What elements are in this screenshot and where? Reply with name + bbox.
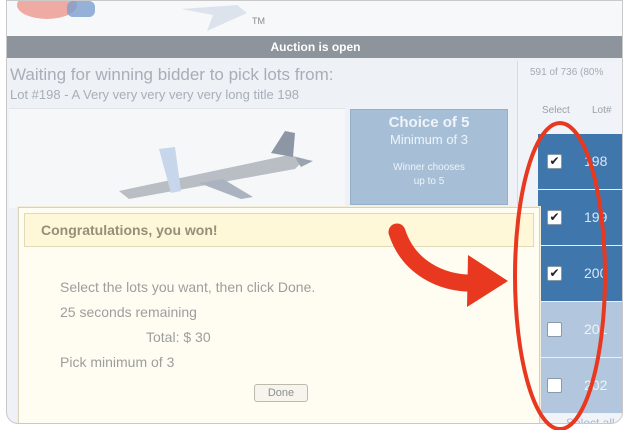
lots-count: 591 of 736 (80% — [530, 67, 604, 78]
choice-note-line1: Winner chooses — [393, 162, 465, 173]
table-row[interactable]: 201 — [538, 302, 622, 358]
waiting-text: Waiting for winning bidder to pick lots … — [10, 65, 334, 84]
choice-minimum: Minimum of 3 — [389, 132, 469, 147]
lot-number: 200 — [584, 265, 608, 281]
checkbox-checked-icon[interactable]: ✔ — [547, 266, 562, 281]
lot-number: 202 — [584, 377, 608, 393]
dialog-time-remaining: 25 seconds remaining — [60, 304, 197, 320]
table-row[interactable]: 202 — [538, 358, 622, 414]
logo-swoosh-icon — [181, 5, 247, 31]
won-dialog: Congratulations, you won! Select the lot… — [18, 207, 540, 423]
lot-number: 199 — [584, 209, 608, 225]
dialog-instruction: Select the lots you want, then click Don… — [60, 279, 316, 295]
column-header-lot: Lot# — [592, 105, 612, 116]
auction-status-bar: Auction is open — [7, 36, 622, 58]
dialog-total: Total: $ 30 — [146, 329, 211, 345]
lot-number: 201 — [584, 321, 608, 337]
checkbox-empty-icon[interactable] — [547, 322, 562, 337]
done-button[interactable]: Done — [254, 384, 308, 402]
dialog-minimum: Pick minimum of 3 — [60, 354, 175, 370]
logo-strip: TM — [7, 1, 622, 36]
auction-window: TM Auction is open Waiting for winning b… — [6, 0, 623, 424]
dialog-title: Congratulations, you won! — [24, 213, 534, 247]
choice-note: Winner chooses up to 5 — [351, 161, 507, 189]
table-row[interactable]: ✔ 199 — [538, 190, 622, 246]
checkbox-checked-icon[interactable]: ✔ — [547, 154, 562, 169]
choice-info-box: Choice of 5 Minimum of 3 Winner chooses … — [350, 109, 508, 205]
table-row[interactable]: ✔ 200 — [538, 246, 622, 302]
checkbox-checked-icon[interactable]: ✔ — [547, 210, 562, 225]
choice-note-line2: up to 5 — [413, 176, 445, 187]
select-all-link[interactable]: Select all — [566, 416, 615, 423]
lot-number: 198 — [584, 153, 608, 169]
choice-title: Choice of 5 — [388, 114, 470, 131]
lot-photo — [9, 108, 345, 208]
trademark-mark: TM — [252, 16, 265, 26]
checkbox-empty-icon[interactable] — [547, 378, 562, 393]
column-header-select: Select — [542, 105, 570, 116]
lot-title: Lot #198 - A Very very very very very lo… — [10, 87, 300, 102]
airplane-icon — [119, 131, 313, 199]
logo-icon — [17, 1, 95, 19]
table-row[interactable]: ✔ 198 — [538, 134, 622, 190]
